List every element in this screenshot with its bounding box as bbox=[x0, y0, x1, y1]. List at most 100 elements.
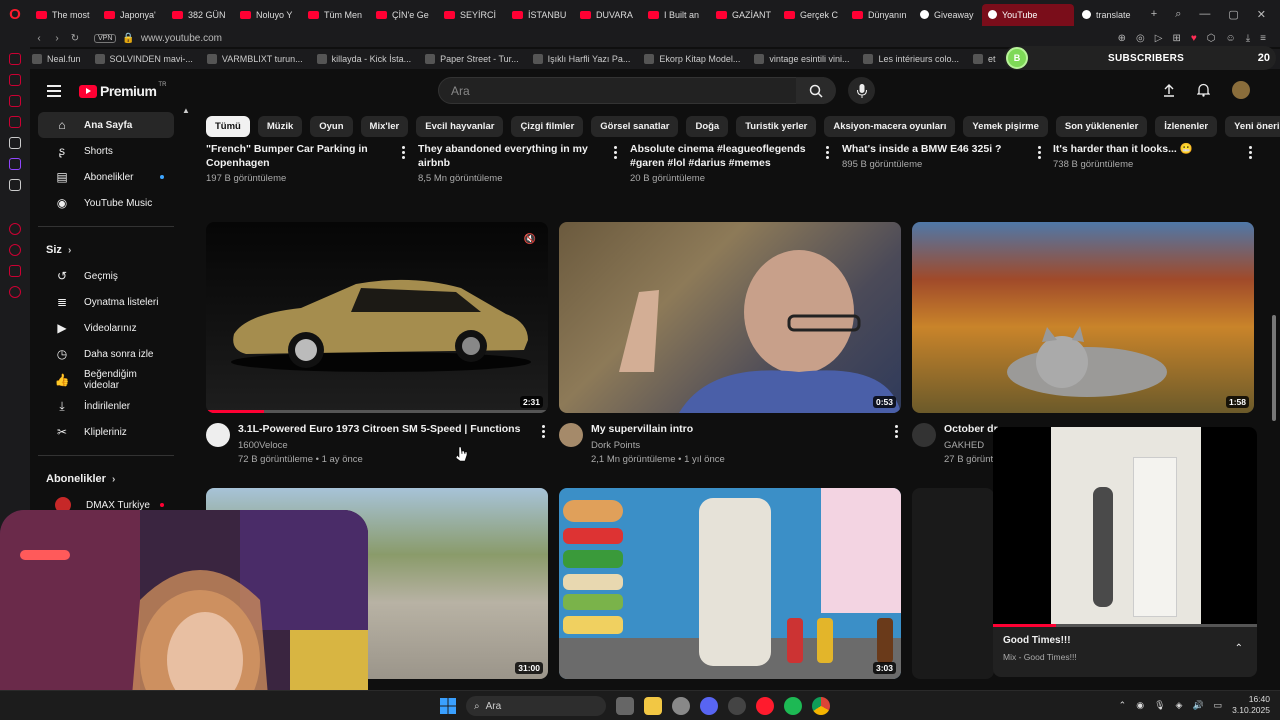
more-options-icon[interactable] bbox=[614, 146, 618, 159]
tray-expand-icon[interactable]: ⌃ bbox=[1119, 700, 1127, 711]
video-title[interactable]: They abandoned everything in my airbnb bbox=[418, 142, 598, 170]
search-tabs-icon[interactable]: ⌕ bbox=[1175, 8, 1181, 21]
video-thumbnail[interactable]: 3:03 bbox=[559, 488, 901, 679]
tray-app-icon[interactable]: ◉ bbox=[1136, 700, 1144, 711]
browser-tab[interactable]: ÇİN'e Ge bbox=[370, 4, 436, 26]
video-card[interactable]: "French" Bumper Car Parking in Copenhage… bbox=[206, 142, 406, 184]
browser-tab[interactable]: Japonya' bbox=[98, 4, 164, 26]
browser-tab[interactable]: SEYİRCİ bbox=[438, 4, 504, 26]
settings-app-icon[interactable] bbox=[672, 697, 690, 715]
history-rail-icon[interactable] bbox=[9, 244, 21, 256]
miniplayer[interactable]: Good Times!!! Mix - Good Times!!! ⌃ bbox=[993, 427, 1257, 677]
filter-chip[interactable]: Turistik yerler bbox=[736, 116, 817, 137]
video-title[interactable]: October dr bbox=[944, 423, 998, 435]
hamburger-menu-icon[interactable] bbox=[47, 82, 61, 100]
settings-icon[interactable] bbox=[9, 286, 21, 298]
more-options-icon[interactable] bbox=[826, 146, 830, 159]
browser-tab[interactable]: The most bbox=[30, 4, 96, 26]
instagram-icon[interactable] bbox=[9, 116, 21, 128]
video-card[interactable]: They abandoned everything in my airbnb 8,… bbox=[418, 142, 618, 184]
opera-gx-icon[interactable] bbox=[756, 697, 774, 715]
video-thumbnail[interactable]: 🔇 2:31 bbox=[206, 222, 548, 413]
bookmark-item[interactable]: Işıklı Harfli Yazı Pa... bbox=[532, 54, 630, 64]
channel-name[interactable]: GAKHED bbox=[944, 440, 984, 451]
filter-chip[interactable]: Aksiyon-macera oyunları bbox=[824, 116, 956, 137]
browser-tab[interactable]: Giveaway bbox=[914, 4, 980, 26]
more-options-icon[interactable] bbox=[542, 425, 546, 438]
sidebar-item[interactable]: ▶ Videolarınız bbox=[38, 315, 174, 341]
sidebar-item[interactable]: ◉ YouTube Music bbox=[38, 190, 174, 216]
video-title[interactable]: Absolute cinema #leagueoflegends #garen … bbox=[630, 142, 810, 170]
messenger-icon[interactable] bbox=[9, 95, 21, 107]
bookmark-item[interactable]: Ekorp Kitap Model... bbox=[644, 54, 740, 64]
browser-tab[interactable]: I Built an bbox=[642, 4, 708, 26]
sidebar-item[interactable]: ⤓ İndirilenler bbox=[38, 393, 174, 419]
sidebar-item[interactable]: ≣ Oynatma listeleri bbox=[38, 289, 174, 315]
flow-icon[interactable]: ⊞ bbox=[1172, 33, 1180, 44]
bookmark-item[interactable]: VARMBLIXT turun... bbox=[206, 54, 303, 64]
mute-icon[interactable]: 🔇 bbox=[524, 234, 536, 245]
bookmark-item[interactable]: et bbox=[973, 54, 996, 64]
bookmark-item[interactable]: killayda - Kick İsta... bbox=[316, 54, 411, 64]
more-options-icon[interactable] bbox=[1249, 146, 1253, 159]
miniplayer-video[interactable] bbox=[993, 427, 1257, 627]
channel-name[interactable]: 1600Veloce bbox=[238, 440, 288, 451]
browser-tab[interactable]: Tüm Men bbox=[302, 4, 368, 26]
chrome-icon[interactable] bbox=[812, 697, 830, 715]
forward-icon[interactable]: › bbox=[48, 33, 66, 44]
bookmark-item[interactable]: Paper Street - Tur... bbox=[425, 54, 519, 64]
tray-mic-icon[interactable]: 🎙 bbox=[1154, 700, 1165, 711]
video-title[interactable]: "French" Bumper Car Parking in Copenhage… bbox=[206, 142, 386, 170]
sidebar-item[interactable]: ʂ Shorts bbox=[38, 138, 174, 164]
channel-avatar[interactable] bbox=[206, 423, 230, 447]
search-input[interactable]: Ara bbox=[438, 77, 824, 104]
filter-chip[interactable]: Yeni öneriler bbox=[1225, 116, 1280, 137]
browser-tab[interactable]: İSTANBU bbox=[506, 4, 572, 26]
sidebar-item[interactable]: ▤ Abonelikler bbox=[38, 164, 174, 190]
filter-chip[interactable]: Oyun bbox=[310, 116, 353, 137]
filter-chip[interactable]: Evcil hayvanlar bbox=[416, 116, 504, 137]
browser-tab[interactable]: Noluyo Y bbox=[234, 4, 300, 26]
volume-icon[interactable]: 🔊 bbox=[1192, 700, 1203, 711]
sidebar-section-you[interactable]: Siz › bbox=[30, 237, 182, 263]
windows-start-icon[interactable] bbox=[440, 698, 456, 714]
more-options-icon[interactable] bbox=[402, 146, 406, 159]
bookmark-item[interactable]: SOLVINDEN mavi-... bbox=[94, 54, 193, 64]
pinboard-icon[interactable] bbox=[9, 265, 21, 277]
download-bar-icon[interactable]: ⤓ bbox=[1246, 33, 1250, 44]
video-title[interactable]: It's harder than it looks... 😬 bbox=[1053, 142, 1233, 156]
filter-chip[interactable]: Yemek pişirme bbox=[963, 116, 1048, 137]
account-avatar[interactable] bbox=[1232, 81, 1250, 99]
search-button[interactable] bbox=[796, 77, 836, 104]
obs-icon[interactable] bbox=[728, 697, 746, 715]
browser-tab[interactable]: Gerçek C bbox=[778, 4, 844, 26]
video-thumbnail[interactable]: 1:58 bbox=[912, 222, 1254, 413]
browser-tab[interactable]: YouTube bbox=[982, 3, 1074, 26]
task-view-icon[interactable] bbox=[616, 697, 634, 715]
taskbar-search[interactable]: ⌕ Ara bbox=[466, 696, 606, 716]
wifi-icon[interactable]: ◈ bbox=[1176, 700, 1183, 711]
pin-icon[interactable]: ⊕ bbox=[1118, 33, 1126, 44]
filter-chip[interactable]: Müzik bbox=[257, 116, 303, 137]
vpn-badge[interactable]: VPN bbox=[94, 33, 117, 43]
browser-tab[interactable]: 382 GÜN bbox=[166, 4, 232, 26]
account-icon[interactable]: ☺ bbox=[1226, 33, 1236, 44]
play-icon[interactable]: ▷ bbox=[1155, 33, 1163, 44]
music-player-icon[interactable] bbox=[9, 74, 21, 86]
aria-icon[interactable] bbox=[9, 53, 21, 65]
spotify-icon[interactable] bbox=[784, 697, 802, 715]
channel-name[interactable]: Dork Points bbox=[591, 440, 640, 451]
page-scrollbar[interactable] bbox=[1272, 315, 1276, 421]
miniplayer-progress-bar[interactable] bbox=[993, 624, 1257, 627]
sidebar-section-subscriptions[interactable]: Abonelikler › bbox=[30, 466, 182, 492]
close-window-icon[interactable]: ✕ bbox=[1257, 8, 1266, 21]
notifications-bell-icon[interactable] bbox=[1197, 83, 1210, 97]
menu-icon[interactable]: ≡ bbox=[1260, 33, 1266, 44]
filter-chip[interactable]: Son yüklenenler bbox=[1055, 116, 1148, 137]
browser-tab[interactable]: DUVARA bbox=[574, 4, 640, 26]
bookmark-item[interactable]: vintage esintili vini... bbox=[754, 54, 849, 64]
filter-chip[interactable]: Tümü bbox=[206, 116, 250, 137]
sidebar-item[interactable]: ↺ Geçmiş bbox=[38, 263, 174, 289]
filter-chip[interactable]: Görsel sanatlar bbox=[591, 116, 679, 137]
video-card[interactable]: What's inside a BMW E46 325i ? 895 B görü… bbox=[842, 142, 1042, 170]
